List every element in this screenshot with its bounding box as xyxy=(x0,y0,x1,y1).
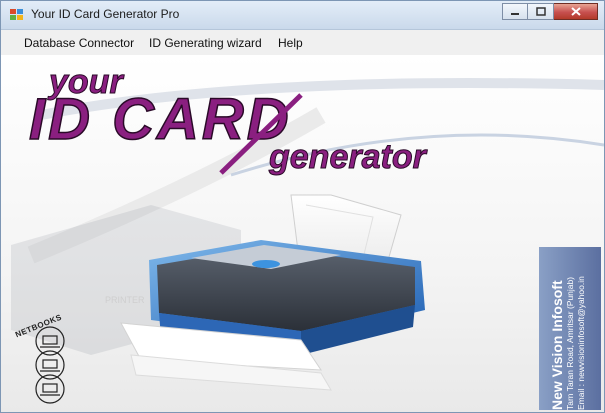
company-info: New Vision Infosoft Tarn Taran Road, Amr… xyxy=(549,276,587,410)
menu-bar: Database Connector ID Generating wizard … xyxy=(1,30,604,55)
logo-generator: generator xyxy=(268,138,428,176)
company-address: Tarn Taran Road, Amritsar (Punjab) xyxy=(565,276,575,410)
minimize-icon xyxy=(511,12,519,15)
splash-area: your ID CARD generator PRINTER NETBOOKS … xyxy=(1,55,604,412)
printer-illustration xyxy=(120,240,425,391)
window-controls xyxy=(502,3,598,21)
maximize-button[interactable] xyxy=(528,3,554,20)
maximize-icon xyxy=(535,7,546,16)
splash-artwork: your ID CARD generator PRINTER xyxy=(11,63,604,404)
app-icon xyxy=(10,9,23,20)
menu-help[interactable]: Help xyxy=(278,36,303,50)
menu-database-connector[interactable]: Database Connector xyxy=(24,36,134,50)
window-title: Your ID Card Generator Pro xyxy=(31,7,180,21)
company-email: Email : newvisioninfosoft@yahoo.in xyxy=(576,276,586,410)
minimize-button[interactable] xyxy=(502,3,528,20)
close-icon xyxy=(570,7,581,16)
menu-id-generating-wizard[interactable]: ID Generating wizard xyxy=(149,36,262,50)
company-name: New Vision Infosoft xyxy=(549,280,565,410)
title-bar[interactable]: Your ID Card Generator Pro xyxy=(1,1,604,30)
close-button[interactable] xyxy=(554,3,598,20)
app-window: Your ID Card Generator Pro Database Conn… xyxy=(0,0,605,413)
svg-text:PRINTER: PRINTER xyxy=(105,295,145,305)
